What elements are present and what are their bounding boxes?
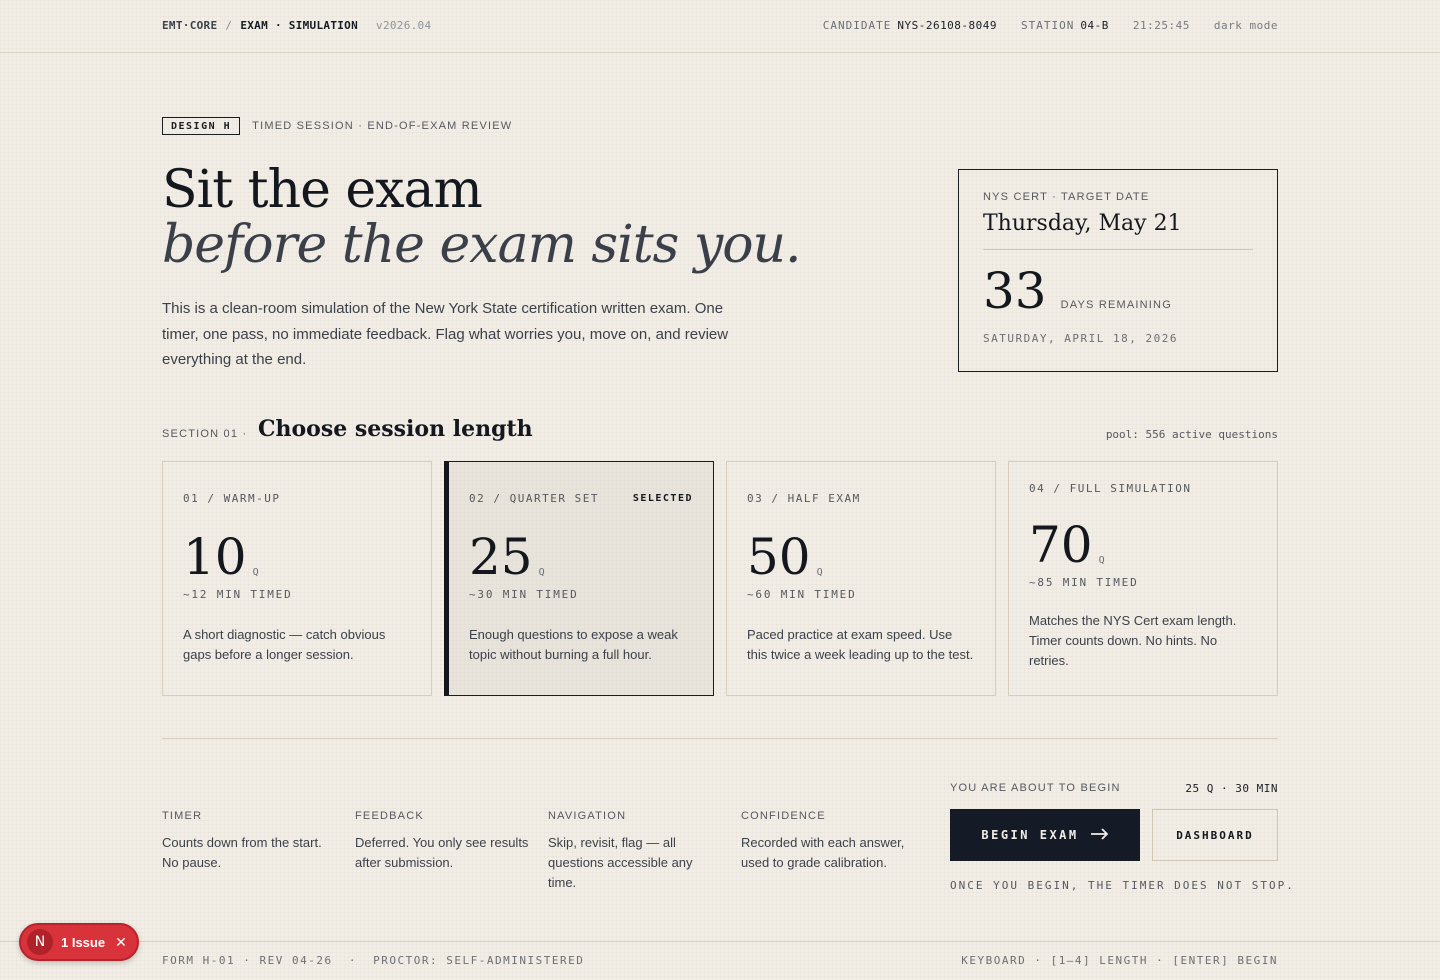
option-half-exam[interactable]: 03 / HALF EXAM 50 Q ~60 MIN TIMED Paced … — [726, 461, 996, 696]
clock: 21:25:45 — [1132, 19, 1190, 32]
begin-summary-value: 25 Q · 30 MIN — [1185, 782, 1278, 795]
n-logo-icon: N — [27, 929, 53, 955]
rule-key: FEEDBACK — [355, 810, 424, 822]
dashboard-button[interactable]: DASHBOARD — [1152, 809, 1278, 861]
option-description: Matches the NYS Cert exam length. Timer … — [1029, 613, 1237, 668]
rule-feedback: FEEDBACK Deferred. You only see results … — [355, 810, 530, 873]
rule-value: Deferred. You only see results after sub… — [355, 835, 529, 870]
candidate-label: CANDIDATE — [822, 19, 892, 32]
top-bar: EMT·CORE / EXAM · SIMULATION v2026.04 CA… — [0, 0, 1440, 53]
option-time: ~85 MIN TIMED — [1029, 576, 1139, 589]
page-title: Sit the exam — [162, 160, 483, 220]
form-info: FORM H-01 · REV 04-26 · PROCTOR: SELF-AD… — [162, 954, 585, 967]
page-subtitle: before the exam sits you. — [162, 215, 802, 275]
selected-badge: SELECTED — [632, 493, 693, 504]
section-divider — [162, 738, 1278, 739]
design-tag: DESIGN H — [162, 117, 241, 135]
option-count-row: 70 Q — [1029, 516, 1257, 574]
option-code: 03 / HALF EXAM — [747, 492, 861, 505]
option-time: ~30 MIN TIMED — [469, 588, 579, 601]
keyboard-hints: KEYBOARD · [1–4] LENGTH · [ENTER] BEGIN — [961, 954, 1278, 967]
rule-key: NAVIGATION — [548, 810, 627, 822]
rule-value: Counts down from the start. No pause. — [162, 835, 322, 870]
dark-mode-toggle[interactable]: dark mode — [1214, 19, 1278, 32]
option-question-count: 70 — [1029, 516, 1093, 574]
option-full-simulation[interactable]: 04 / FULL SIMULATION 70 Q ~85 MIN TIMED … — [1008, 461, 1278, 696]
option-description: A short diagnostic — catch obvious gaps … — [183, 627, 386, 662]
breadcrumb: EMT·CORE / EXAM · SIMULATION v2026.04 — [162, 19, 431, 32]
option-time: ~60 MIN TIMED — [747, 588, 857, 601]
station-label: STATION — [1021, 19, 1075, 32]
candidate-id: NYS-26108-8049 — [897, 19, 998, 32]
intro-paragraph: This is a clean-room simulation of the N… — [162, 300, 729, 368]
version-label: v2026.04 — [376, 19, 432, 32]
begin-exam-label: BEGIN EXAM — [981, 828, 1079, 842]
rule-value: Recorded with each answer, used to grade… — [741, 835, 905, 870]
close-icon[interactable]: ✕ — [115, 934, 127, 951]
option-description: Enough questions to expose a weak topic … — [469, 627, 678, 662]
issue-count-label: 1 Issue — [61, 934, 106, 950]
today-date: SATURDAY, APRIL 18, 2026 — [983, 332, 1178, 345]
cert-label: NYS CERT · TARGET DATE — [983, 191, 1150, 203]
cert-date: Thursday, May 21 — [983, 211, 1182, 236]
breadcrumb-current: EXAM · SIMULATION — [240, 19, 359, 32]
rule-confidence: CONFIDENCE Recorded with each answer, us… — [741, 810, 921, 873]
section-label: SECTION 01 · — [162, 428, 248, 440]
option-question-count: 25 — [469, 528, 533, 586]
option-unit: Q — [538, 567, 545, 578]
issue-indicator[interactable]: N 1 Issue ✕ — [19, 923, 139, 961]
option-question-count: 50 — [747, 528, 811, 586]
option-code: 01 / WARM-UP — [183, 492, 281, 505]
session-meta: CANDIDATE NYS-26108-8049 STATION 04-B 21:2… — [823, 19, 1278, 32]
footer: FORM H-01 · REV 04-26 · PROCTOR: SELF-AD… — [0, 941, 1440, 967]
days-remaining-count: 33 — [983, 262, 1047, 320]
option-code: 04 / FULL SIMULATION — [1029, 482, 1192, 495]
option-unit: Q — [1098, 555, 1105, 566]
option-unit: Q — [252, 567, 259, 578]
rule-key: TIMER — [162, 810, 203, 822]
brand-name[interactable]: EMT·CORE — [162, 19, 217, 32]
option-time: ~12 MIN TIMED — [183, 588, 293, 601]
hero-tag-row: DESIGN H TIMED SESSION · END-OF-EXAM REV… — [162, 117, 512, 135]
cert-divider — [983, 249, 1253, 250]
section-title: Choose session length — [258, 416, 533, 442]
option-count-row: 25 Q — [469, 528, 693, 586]
cert-target-card: NYS CERT · TARGET DATE Thursday, May 21 … — [958, 169, 1278, 372]
days-remaining-label: DAYS REMAINING — [1060, 299, 1172, 311]
option-count-row: 10 Q — [183, 528, 411, 586]
candidate-info: CANDIDATE NYS-26108-8049 — [823, 19, 997, 32]
rule-navigation: NAVIGATION Skip, revisit, flag — all que… — [548, 810, 708, 893]
option-unit: Q — [816, 567, 823, 578]
countdown: 33 DAYS REMAINING — [983, 266, 1253, 316]
rule-value: Skip, revisit, flag — all questions acce… — [548, 835, 693, 890]
option-question-count: 10 — [183, 528, 247, 586]
arrow-right-icon — [1090, 827, 1109, 843]
session-tagline: TIMED SESSION · END-OF-EXAM REVIEW — [252, 120, 513, 132]
timer-warning: ONCE YOU BEGIN, THE TIMER DOES NOT STOP. — [950, 879, 1295, 892]
option-description: Paced practice at exam speed. Use this t… — [747, 627, 974, 662]
breadcrumb-separator: / — [225, 19, 233, 32]
begin-exam-button[interactable]: BEGIN EXAM — [950, 809, 1140, 861]
station-id: 04-B — [1080, 19, 1109, 32]
option-count-row: 50 Q — [747, 528, 975, 586]
pool-count: pool: 556 active questions — [1105, 428, 1278, 441]
option-quarter-set[interactable]: 02 / QUARTER SET SELECTED 25 Q ~30 MIN T… — [444, 461, 714, 696]
station-info: STATION 04-B — [1021, 19, 1109, 32]
option-warm-up[interactable]: 01 / WARM-UP 10 Q ~12 MIN TIMED A short … — [162, 461, 432, 696]
rule-key: CONFIDENCE — [741, 810, 826, 822]
begin-summary-label: YOU ARE ABOUT TO BEGIN — [950, 782, 1121, 794]
rule-timer: TIMER Counts down from the start. No pau… — [162, 810, 337, 873]
